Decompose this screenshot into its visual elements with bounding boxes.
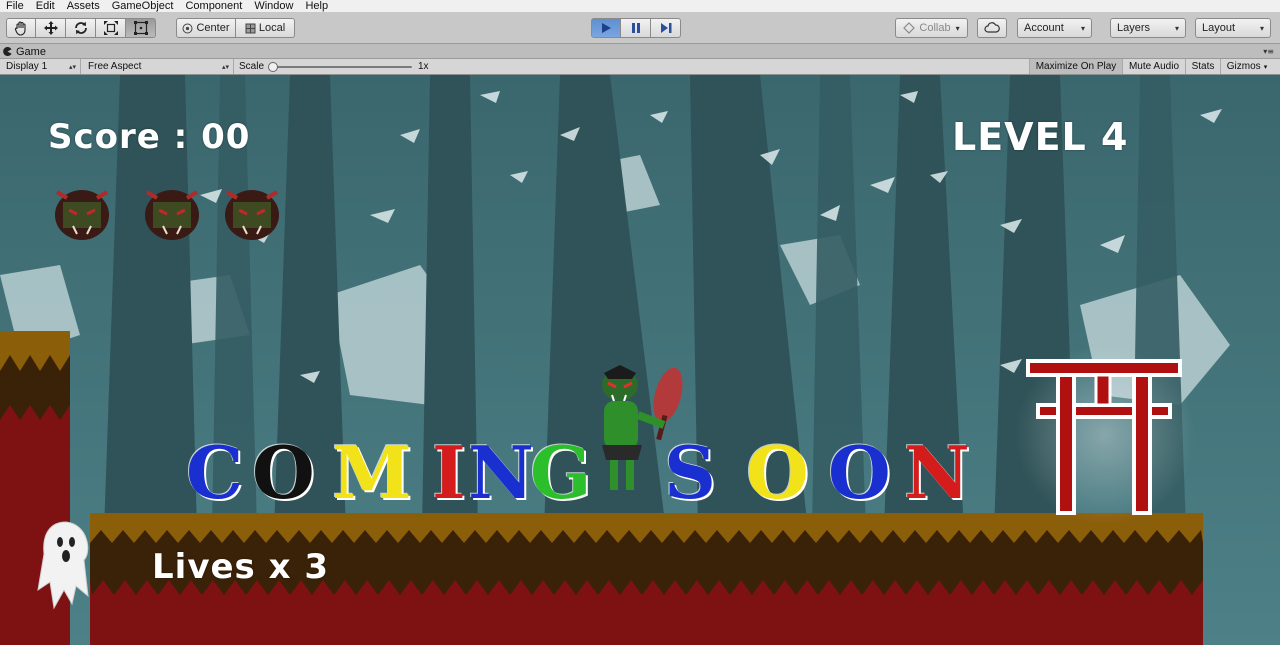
layers-dropdown[interactable]: Layers ▾: [1110, 18, 1186, 38]
collab-group: Collab ▾: [895, 18, 968, 38]
play-button[interactable]: [591, 18, 621, 38]
chevron-down-icon: ▾: [955, 23, 960, 33]
banner-letter: C: [186, 430, 244, 515]
game-tab-title: Game: [16, 45, 46, 58]
pacman-icon: [3, 47, 12, 56]
display-select[interactable]: Display 1 ▴▾: [0, 59, 81, 74]
scale-label: Scale: [239, 61, 265, 72]
local-space-icon: [245, 23, 256, 33]
scale-slider-handle[interactable]: [268, 62, 278, 72]
playback-controls: [591, 18, 681, 38]
scale-value: 1x: [418, 61, 429, 72]
pivot-icon: [182, 23, 193, 33]
layout-group: Layout ▾: [1195, 18, 1271, 38]
window-tab-bar: Game ▾≡: [0, 44, 1280, 59]
banner-letter: O: [828, 430, 891, 515]
game-tab[interactable]: Game: [3, 44, 46, 59]
banner-letter: O: [252, 430, 315, 515]
collab-button[interactable]: Collab ▾: [895, 18, 968, 38]
pivot-local-button[interactable]: Local: [236, 18, 295, 38]
layers-label: Layers: [1117, 22, 1151, 34]
pivot-center-button[interactable]: Center: [176, 18, 236, 38]
chevron-down-icon: ▾: [1080, 23, 1085, 33]
banner-letter: N: [468, 430, 534, 515]
hand-tool-button[interactable]: [6, 18, 36, 38]
scale-icon: [103, 21, 118, 35]
rect-tool-icon: [133, 21, 148, 35]
rotate-tool-button[interactable]: [66, 18, 96, 38]
banner-letter: I: [432, 430, 466, 515]
torii-gate-icon: [1015, 345, 1195, 525]
layout-dropdown[interactable]: Layout ▾: [1195, 18, 1271, 38]
updown-icon: ▴▾: [68, 63, 76, 71]
step-icon: [660, 23, 671, 33]
banner-letter: N: [904, 430, 970, 515]
rotate-icon: [74, 21, 87, 35]
banner-letter: O: [746, 430, 809, 515]
pivot-controls: Center Local: [176, 18, 295, 38]
cloud-group: [977, 18, 1007, 38]
banner-letter: G: [530, 430, 592, 515]
menu-edit[interactable]: Edit: [30, 0, 61, 12]
stats-toggle[interactable]: Stats: [1185, 59, 1220, 74]
game-viewport[interactable]: Score : 00 LEVEL 4 Lives x 3 COMINGSOON: [0, 75, 1280, 645]
pause-button[interactable]: [621, 18, 651, 38]
menu-gameobject[interactable]: GameObject: [106, 0, 180, 12]
enemy-heads: [55, 190, 279, 240]
step-button[interactable]: [651, 18, 681, 38]
gizmos-dropdown[interactable]: Gizmos ▾: [1220, 59, 1273, 74]
gizmos-label: Gizmos: [1226, 61, 1261, 72]
layout-label: Layout: [1202, 22, 1236, 34]
aspect-select[interactable]: Free Aspect ▴▾: [82, 59, 234, 74]
pause-icon: [631, 23, 640, 33]
mute-audio-toggle[interactable]: Mute Audio: [1122, 59, 1185, 74]
maximize-on-play-label: Maximize On Play: [1035, 61, 1117, 72]
menu-assets[interactable]: Assets: [61, 0, 106, 12]
menu-bar: File Edit Assets GameObject Component Wi…: [0, 0, 1280, 12]
mute-audio-label: Mute Audio: [1128, 61, 1180, 72]
lives-label: Lives x 3: [152, 547, 330, 587]
chevron-down-icon: ▾: [1174, 23, 1179, 33]
chevron-down-icon: ▾: [1263, 63, 1268, 71]
move-icon: [43, 21, 58, 35]
stats-label: Stats: [1191, 61, 1215, 72]
score-label: Score : 00: [48, 117, 251, 157]
updown-icon: ▴▾: [221, 63, 229, 71]
menu-component[interactable]: Component: [179, 0, 248, 12]
collab-icon: [903, 22, 916, 34]
collab-label: Collab: [919, 22, 951, 34]
scale-tool-button[interactable]: [96, 18, 126, 38]
menu-window[interactable]: Window: [248, 0, 299, 12]
cloud-icon: [984, 22, 1000, 33]
hand-icon: [14, 21, 26, 36]
cloud-button[interactable]: [977, 18, 1007, 38]
banner-letter: M: [332, 430, 412, 515]
tab-menu-icon[interactable]: ▾≡: [1263, 47, 1274, 56]
main-toolbar: Center Local Collab ▾ Account ▾ Layers ▾…: [0, 12, 1280, 44]
transform-tools: [6, 18, 156, 38]
layers-group: Layers ▾: [1110, 18, 1186, 38]
pivot-local-label: Local: [258, 22, 286, 34]
pivot-center-label: Center: [196, 22, 230, 34]
play-icon: [602, 23, 611, 33]
chevron-down-icon: ▾: [1259, 23, 1264, 33]
game-view-bar: Display 1 ▴▾ Free Aspect ▴▾ Scale 1x Max…: [0, 59, 1280, 75]
account-group: Account ▾: [1017, 18, 1092, 38]
maximize-on-play-toggle[interactable]: Maximize On Play: [1029, 59, 1122, 74]
rect-tool-button[interactable]: [126, 18, 156, 38]
menu-file[interactable]: File: [0, 0, 30, 12]
account-label: Account: [1024, 22, 1064, 34]
banner-letter: S: [664, 430, 716, 515]
display-value: Display 1: [6, 61, 48, 72]
scale-slider-track[interactable]: [272, 66, 412, 68]
move-tool-button[interactable]: [36, 18, 66, 38]
level-label: LEVEL 4: [952, 115, 1129, 159]
aspect-value: Free Aspect: [88, 61, 142, 72]
account-dropdown[interactable]: Account ▾: [1017, 18, 1092, 38]
menu-help[interactable]: Help: [299, 0, 334, 12]
